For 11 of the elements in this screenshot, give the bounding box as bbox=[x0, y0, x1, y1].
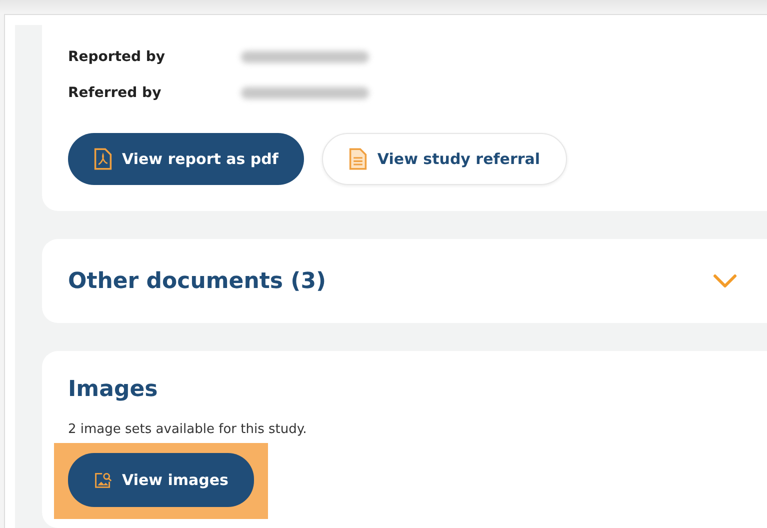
section-title: Images bbox=[68, 377, 159, 402]
detail-label: Referred by bbox=[68, 85, 162, 101]
description-text: 2 image sets available for this study. bbox=[68, 422, 308, 437]
document-icon bbox=[349, 148, 368, 170]
section-title: Other documents (3) bbox=[68, 268, 326, 294]
view-images-button[interactable]: View images bbox=[68, 453, 254, 507]
view-button[interactable]: View report as pdf bbox=[68, 133, 304, 185]
pdf-file-icon bbox=[94, 148, 112, 170]
detail-label: Reported by bbox=[68, 49, 166, 65]
view-button[interactable]: View study referral bbox=[322, 133, 568, 185]
chevron-icon[interactable] bbox=[713, 274, 737, 288]
